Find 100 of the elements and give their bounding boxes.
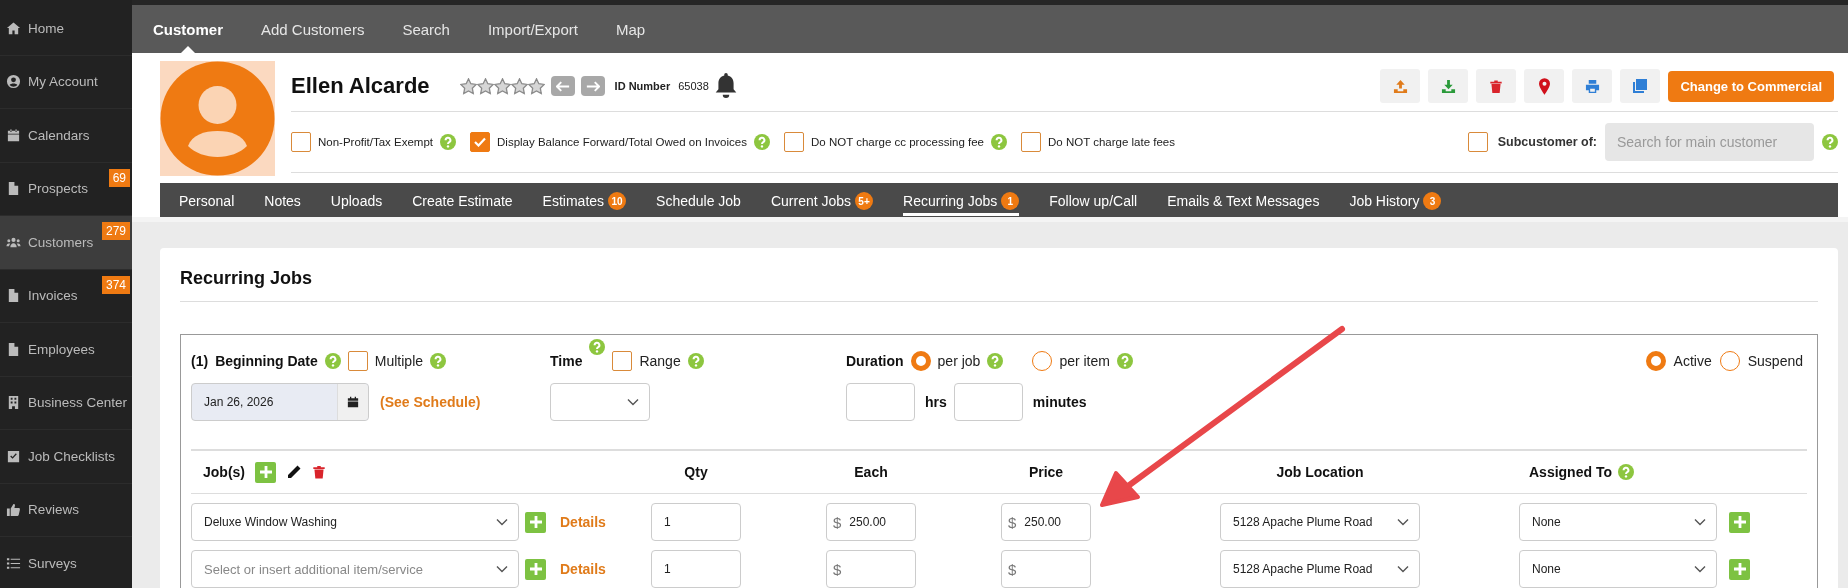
checkbox[interactable] xyxy=(470,132,491,152)
help-icon[interactable] xyxy=(991,134,1007,150)
copy-icon xyxy=(1632,78,1649,94)
download-button[interactable] xyxy=(1428,69,1469,103)
radio-label: Suspend xyxy=(1747,353,1803,369)
bell-icon[interactable] xyxy=(714,73,737,99)
plus-icon xyxy=(529,563,542,575)
checkbox[interactable] xyxy=(347,351,368,371)
chevron-icon xyxy=(1397,565,1409,573)
price-field[interactable]: $ xyxy=(1001,550,1091,588)
count-badge: 374 xyxy=(101,275,130,294)
field-label: Time xyxy=(550,353,583,369)
help-icon[interactable] xyxy=(589,339,606,355)
assignee-select[interactable]: None xyxy=(1519,550,1717,588)
help-icon[interactable] xyxy=(1822,134,1838,150)
previous-button[interactable] xyxy=(550,76,575,96)
radio-button[interactable] xyxy=(1032,351,1053,371)
tab[interactable]: Recurring Jobs 1 xyxy=(903,187,1020,216)
time-select[interactable] xyxy=(550,383,650,421)
sidebar-item[interactable]: Invoices 374 xyxy=(0,269,132,323)
print-button[interactable] xyxy=(1572,69,1613,103)
quantity-field[interactable]: 1 xyxy=(651,550,741,588)
chevron-icon xyxy=(1694,518,1706,526)
home-icon xyxy=(6,20,21,36)
upload-button[interactable] xyxy=(1380,69,1421,103)
nav-tab[interactable]: Add Customers xyxy=(242,5,384,53)
tab[interactable]: Follow up/Call xyxy=(1049,188,1138,215)
minutes-field[interactable] xyxy=(953,383,1023,421)
calendar-icon[interactable] xyxy=(347,396,359,408)
date-field[interactable]: Jan 26, 2026 xyxy=(191,383,369,421)
job-select[interactable]: Deluxe Window Washing xyxy=(191,503,519,541)
radio-button[interactable] xyxy=(910,351,931,371)
tab[interactable]: Job History 3 xyxy=(1349,187,1442,216)
document-icon xyxy=(6,181,21,197)
quantity-field[interactable]: 1 xyxy=(651,503,741,541)
checkbox[interactable] xyxy=(784,132,804,152)
search-field[interactable]: Search for main customer xyxy=(1605,123,1814,161)
nav-tab[interactable]: Search xyxy=(383,5,469,53)
add-button[interactable] xyxy=(255,461,276,483)
help-icon[interactable] xyxy=(324,353,341,369)
delete-icon[interactable] xyxy=(312,464,326,480)
hours-field[interactable] xyxy=(846,383,915,421)
checkbox-label: Do NOT charge late fees xyxy=(1048,136,1175,148)
chevron-icon xyxy=(1694,565,1706,573)
help-icon[interactable] xyxy=(1116,353,1133,369)
radio-label: per item xyxy=(1059,353,1110,369)
next-button[interactable] xyxy=(580,76,605,96)
checkbox[interactable] xyxy=(612,351,633,371)
sidebar-item[interactable]: Surveys xyxy=(0,537,132,588)
radio-button[interactable] xyxy=(1719,351,1740,371)
thumbs-up-icon xyxy=(6,502,21,518)
sidebar-item[interactable]: Reviews xyxy=(0,483,132,537)
nav-tab[interactable]: Import/Export xyxy=(468,5,597,53)
tab[interactable]: Current Jobs 5+ xyxy=(770,187,874,216)
help-icon[interactable] xyxy=(1617,464,1634,480)
checkbox[interactable] xyxy=(1021,132,1041,152)
pencil-icon[interactable] xyxy=(286,464,302,480)
each-field[interactable]: $ xyxy=(826,550,916,588)
tab[interactable]: Personal xyxy=(179,188,235,215)
checkbox[interactable] xyxy=(291,132,311,152)
printer-icon xyxy=(1584,78,1600,94)
tab[interactable]: Uploads xyxy=(330,188,383,215)
tab[interactable]: Schedule Job xyxy=(656,188,741,215)
add-button[interactable] xyxy=(525,511,546,533)
download-icon xyxy=(1440,78,1456,94)
column-header: Job(s) xyxy=(203,464,245,480)
checkbox-label: Non-Profit/Tax Exempt xyxy=(318,136,434,148)
help-icon[interactable] xyxy=(687,353,704,369)
tab[interactable]: Create Estimate xyxy=(412,188,513,215)
add-button[interactable] xyxy=(1729,558,1750,580)
checkbox[interactable] xyxy=(1467,132,1488,152)
location-select[interactable]: 5128 Apache Plume Road xyxy=(1220,503,1420,541)
help-icon[interactable] xyxy=(987,353,1004,369)
radio-button[interactable] xyxy=(1645,351,1666,371)
help-icon[interactable] xyxy=(754,134,770,150)
assignee-select[interactable]: None xyxy=(1519,503,1717,541)
field-label: Duration xyxy=(846,353,904,369)
tab[interactable]: Estimates 10 xyxy=(542,187,627,216)
job-select[interactable]: Select or insert additional item/service xyxy=(191,550,519,588)
delete-button[interactable] xyxy=(1476,69,1517,103)
section-title: Recurring Jobs xyxy=(180,248,1818,302)
star-rating[interactable] xyxy=(459,77,545,95)
copy-button[interactable] xyxy=(1620,69,1661,103)
sidebar-item[interactable]: Customers 279 xyxy=(0,216,132,270)
add-button[interactable] xyxy=(525,558,546,580)
sidebar-item[interactable]: Employees xyxy=(0,323,132,377)
help-icon[interactable] xyxy=(430,353,447,369)
map-pin-button[interactable] xyxy=(1524,69,1565,103)
price-field[interactable]: $ 250.00 xyxy=(1001,503,1091,541)
location-select[interactable]: 5128 Apache Plume Road xyxy=(1220,550,1420,588)
id-value: 65038 xyxy=(678,80,709,92)
help-icon[interactable] xyxy=(440,134,457,150)
tab[interactable]: Emails & Text Messages xyxy=(1167,188,1320,215)
each-field[interactable]: $ 250.00 xyxy=(826,503,916,541)
nav-tab[interactable]: Map xyxy=(596,5,665,53)
sidebar-item[interactable]: Job Checklists xyxy=(0,430,132,484)
add-button[interactable] xyxy=(1729,511,1750,533)
arrow-left-icon xyxy=(555,80,570,92)
tab[interactable]: Notes xyxy=(264,188,301,215)
sidebar-item[interactable]: Business Center xyxy=(0,376,132,430)
